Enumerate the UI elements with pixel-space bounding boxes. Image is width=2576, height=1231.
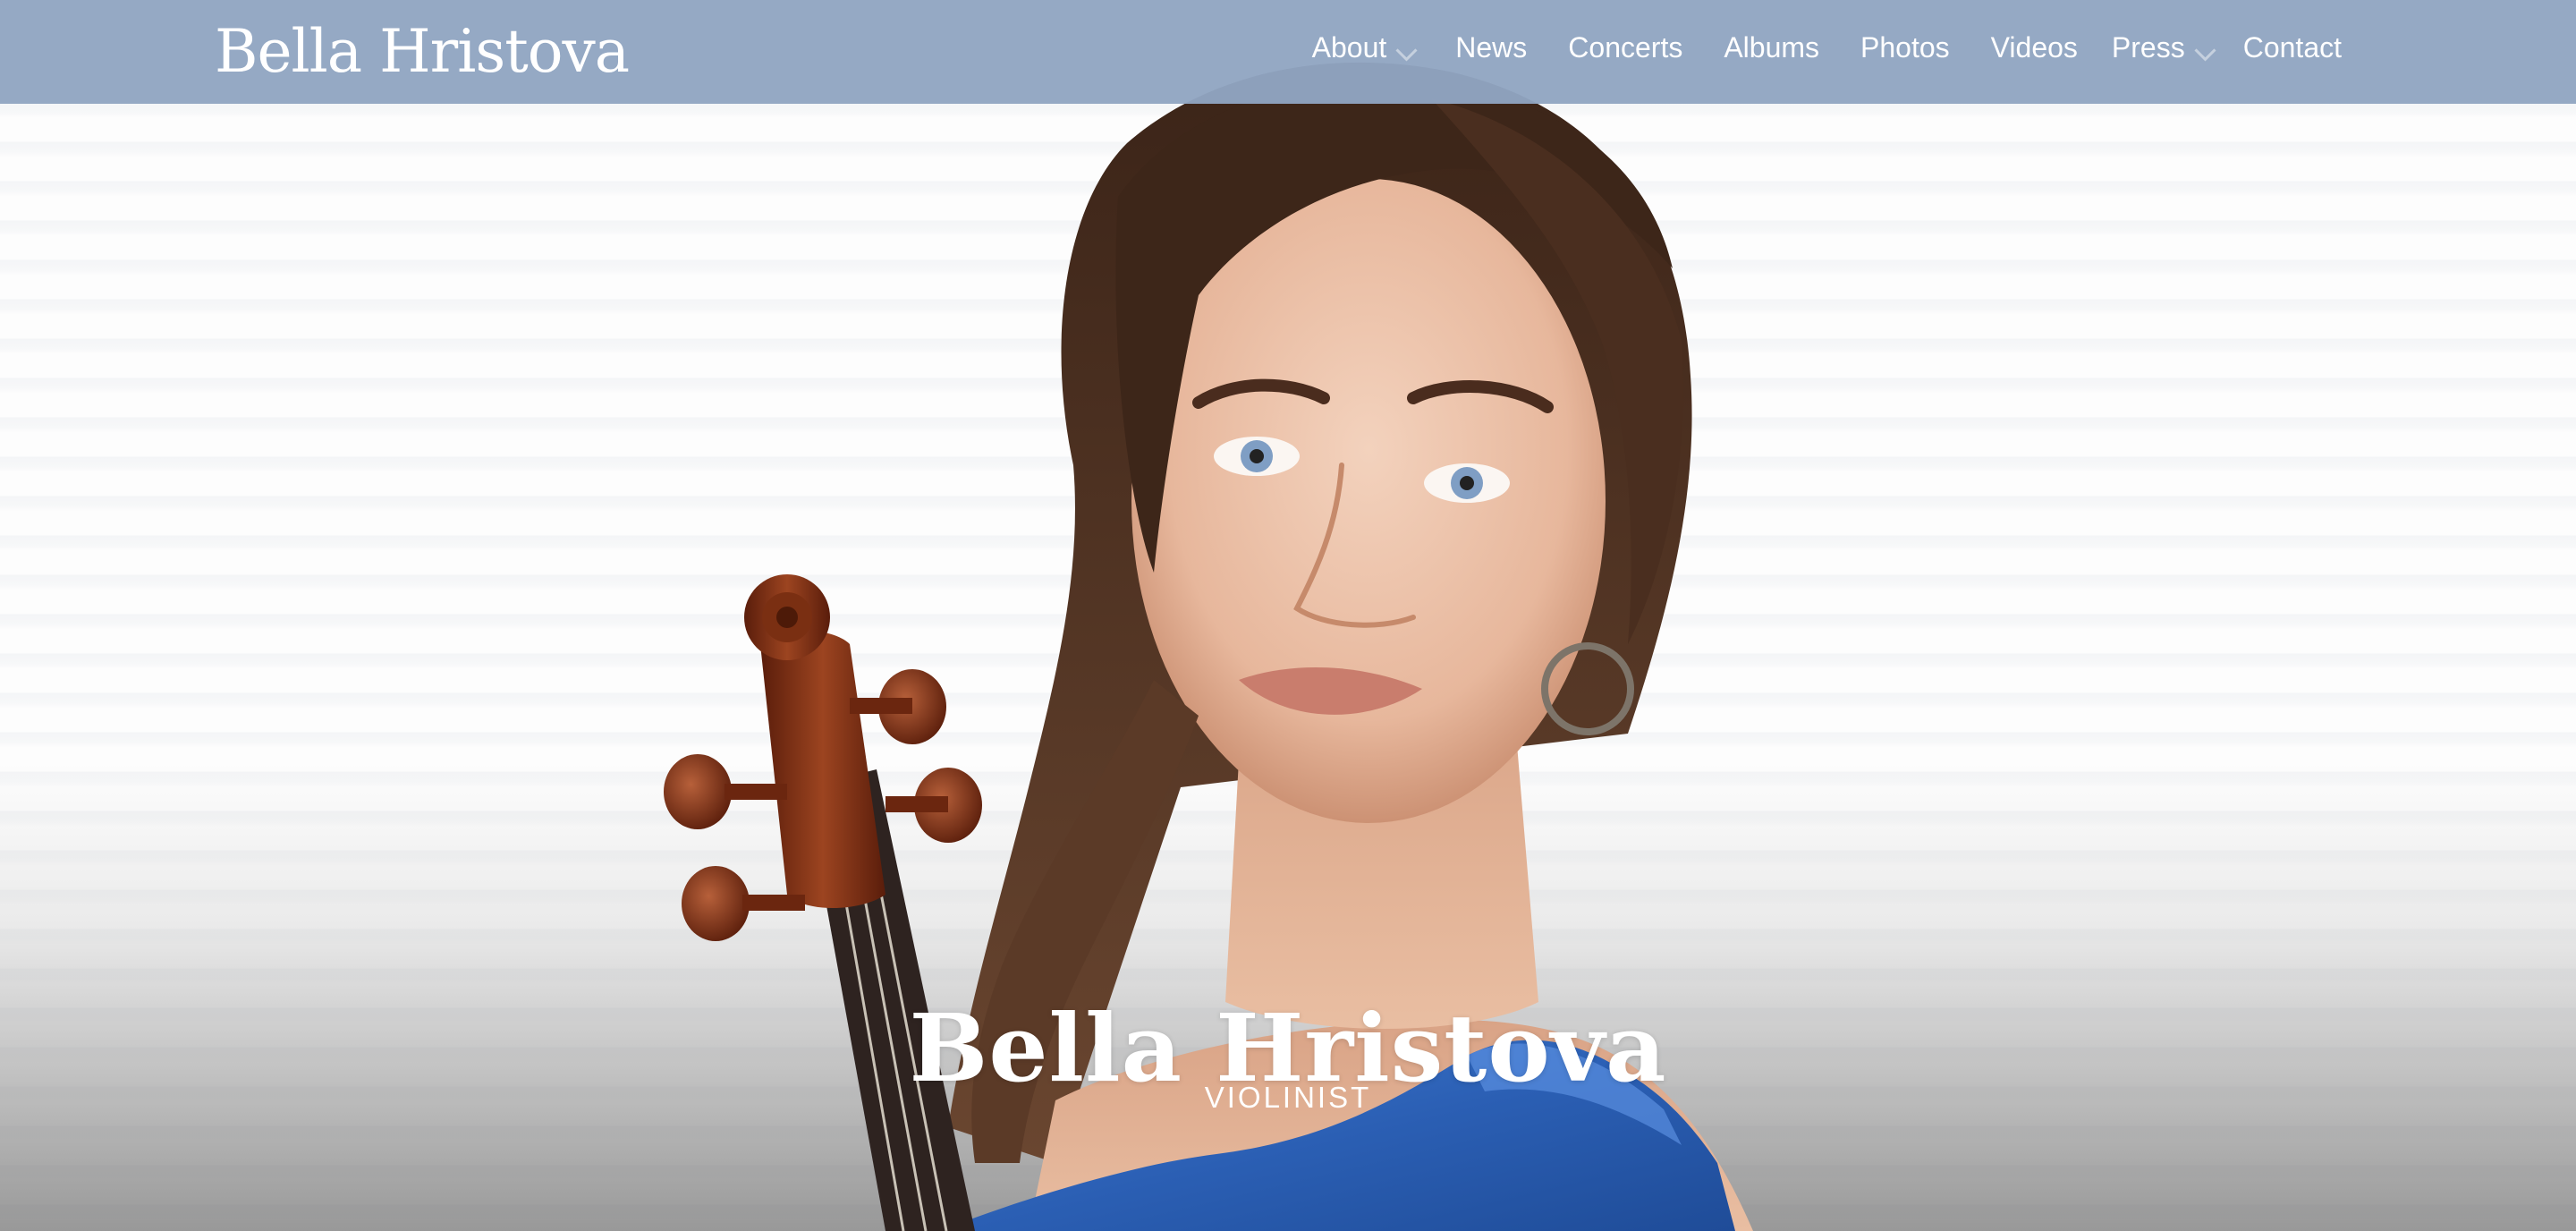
nav-label-concerts: Concerts: [1568, 30, 1683, 64]
main-navigation: About News Concerts Albums Photos Videos…: [1271, 0, 2342, 95]
hero-subtitle: VIOLINIST: [1204, 1081, 1372, 1114]
chevron-down-icon: [1395, 38, 1418, 62]
nav-item-concerts[interactable]: Concerts: [1568, 31, 1682, 64]
nav-label-photos: Photos: [1860, 30, 1950, 64]
page: Bella Hristova About News Concerts Album…: [0, 0, 2576, 1231]
site-logo[interactable]: Bella Hristova: [215, 9, 630, 95]
nav-label-contact: Contact: [2242, 30, 2342, 64]
nav-item-videos[interactable]: Videos: [1991, 31, 2078, 64]
nav-label-albums: Albums: [1724, 30, 1820, 64]
nav-item-albums[interactable]: Albums: [1724, 31, 1819, 64]
nav-label-about: About: [1311, 30, 1387, 64]
nav-item-about[interactable]: About: [1311, 30, 1418, 64]
nav-label-news: News: [1455, 30, 1528, 64]
chevron-down-icon: [2194, 38, 2216, 62]
nav-label-press: Press: [2111, 30, 2185, 64]
nav-label-videos: Videos: [1990, 30, 2078, 64]
nav-item-contact[interactable]: Contact: [2243, 31, 2342, 64]
site-header: Bella Hristova About News Concerts Album…: [0, 0, 2576, 104]
nav-item-news[interactable]: News: [1455, 31, 1527, 64]
nav-item-press[interactable]: Press: [2111, 30, 2216, 64]
violin-illustration: [664, 574, 982, 1231]
nav-item-photos[interactable]: Photos: [1860, 31, 1950, 64]
